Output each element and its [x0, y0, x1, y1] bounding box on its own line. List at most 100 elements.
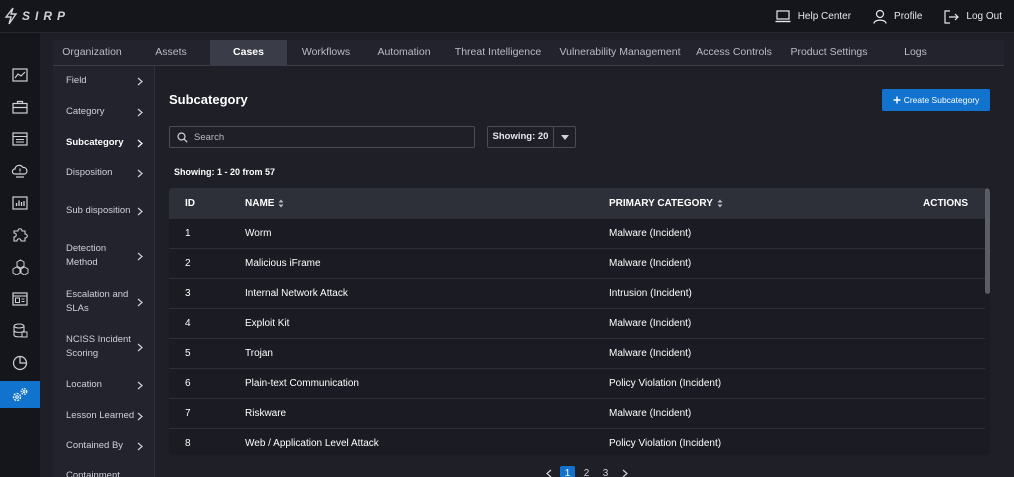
tab-cases[interactable]: Cases — [210, 40, 287, 65]
rail-database[interactable] — [0, 317, 40, 344]
search-input[interactable] — [194, 131, 464, 143]
create-subcategory-button[interactable]: Create Subcategory — [882, 89, 990, 111]
tab-threat-intelligence[interactable]: Threat Intelligence — [448, 40, 548, 65]
table-row[interactable]: 8 Web / Application Level Attack Policy … — [169, 429, 985, 455]
subnav-item-contained-by[interactable]: Contained By — [53, 439, 154, 453]
subnav-item-category[interactable]: Category — [53, 105, 154, 119]
calendar-icon — [12, 131, 28, 146]
subnav-item-nciss-scoring[interactable]: NCISS Incident Scoring — [53, 333, 154, 361]
table-row[interactable]: 2 Malicious iFrame Malware (Incident) — [169, 249, 985, 279]
table-scrollbar[interactable] — [985, 188, 990, 455]
rail-bar-chart[interactable] — [0, 189, 40, 216]
rail-cubes[interactable] — [0, 253, 40, 280]
tab-automation[interactable]: Automation — [371, 40, 437, 65]
table-row[interactable]: 1 Worm Malware (Incident) — [169, 219, 985, 249]
tab-organization[interactable]: Organization — [53, 40, 131, 65]
cell-id: 3 — [185, 288, 191, 299]
app-logo[interactable]: SIRP — [4, 7, 70, 25]
table-row[interactable]: 7 Riskware Malware (Incident) — [169, 399, 985, 429]
subnav-item-subcategory[interactable]: Subcategory — [53, 136, 154, 150]
subnav-label: NCISS Incident Scoring — [66, 334, 131, 359]
tab-workflows[interactable]: Workflows — [292, 40, 360, 65]
subnav-label: Disposition — [66, 167, 113, 178]
rail-calendar[interactable] — [0, 125, 40, 152]
next-page-button[interactable] — [617, 466, 632, 477]
page-button-3[interactable]: 3 — [598, 466, 613, 477]
column-label: ACTIONS — [923, 198, 968, 209]
cloud-alert-icon — [11, 163, 29, 178]
cell-primary-category: Malware (Incident) — [609, 258, 692, 269]
settings-gears-icon — [11, 387, 29, 403]
table-row[interactable]: 4 Exploit Kit Malware (Incident) — [169, 309, 985, 339]
dashboard-icon — [12, 67, 28, 82]
cell-primary-category: Malware (Incident) — [609, 408, 692, 419]
main-tabs: Organization Assets Cases Workflows Auto… — [53, 40, 1004, 66]
table-row[interactable]: 3 Internal Network Attack Intrusion (Inc… — [169, 279, 985, 309]
chevron-right-icon — [137, 252, 143, 261]
page-button-1[interactable]: 1 — [560, 465, 575, 477]
plus-icon — [893, 96, 901, 104]
search-box — [169, 126, 475, 148]
rail-cloud-alert[interactable] — [0, 157, 40, 184]
help-center-label: Help Center — [797, 11, 852, 22]
page-size-value: Showing: 20 — [488, 127, 554, 147]
scrollbar-thumb[interactable] — [985, 188, 990, 294]
column-header-id[interactable]: ID — [185, 188, 195, 219]
chevron-right-icon — [137, 108, 143, 117]
column-header-name[interactable]: NAME — [245, 188, 284, 219]
subnav-item-field[interactable]: Field — [53, 74, 154, 88]
tab-logs[interactable]: Logs — [893, 40, 938, 65]
create-subcategory-label: Create Subcategory — [903, 95, 980, 105]
column-header-primary-category[interactable]: PRIMARY CATEGORY — [609, 188, 723, 219]
pie-chart-icon — [12, 355, 28, 371]
tab-access-controls[interactable]: Access Controls — [693, 40, 775, 65]
subnav-item-lesson-learned[interactable]: Lesson Learned — [53, 409, 154, 423]
help-center-link[interactable]: Help Center — [775, 10, 851, 23]
laptop-icon — [775, 10, 791, 23]
tab-product-settings[interactable]: Product Settings — [786, 40, 872, 65]
cell-primary-category: Policy Violation (Incident) — [609, 378, 722, 389]
chevron-right-icon — [137, 298, 143, 307]
chevron-right-icon — [137, 139, 143, 148]
subnav-item-location[interactable]: Location — [53, 378, 154, 392]
sort-icon — [717, 199, 723, 208]
rail-settings[interactable] — [0, 381, 40, 408]
subnav-item-disposition[interactable]: Disposition — [53, 166, 154, 180]
rail-puzzle[interactable] — [0, 221, 40, 248]
pagination: 1 2 3 — [541, 465, 632, 477]
sort-icon — [278, 199, 284, 208]
chevron-right-icon — [137, 343, 143, 352]
bar-chart-icon — [12, 195, 28, 210]
cell-name: Riskware — [245, 408, 287, 419]
page-button-2[interactable]: 2 — [579, 466, 594, 477]
rail-pie-chart[interactable] — [0, 349, 40, 376]
logout-label: Log Out — [966, 11, 1002, 22]
subnav-label: Contained By — [66, 440, 124, 451]
bolt-logo-icon — [4, 7, 18, 25]
subnav-item-detection-method[interactable]: Detection Method — [53, 242, 154, 270]
subnav-item-sub-disposition[interactable]: Sub disposition — [53, 197, 154, 225]
tab-vulnerability-management[interactable]: Vulnerability Management — [556, 40, 684, 65]
subnav-item-escalation-slas[interactable]: Escalation and SLAs — [53, 288, 154, 316]
cell-primary-category: Malware (Incident) — [609, 228, 692, 239]
cell-id: 4 — [185, 318, 191, 329]
tab-assets[interactable]: Assets — [137, 40, 205, 65]
rail-briefcase[interactable] — [0, 93, 40, 120]
cell-id: 7 — [185, 408, 191, 419]
subnav-label: Location — [66, 379, 102, 390]
database-icon — [12, 322, 28, 339]
page-size-select[interactable]: Showing: 20 — [487, 126, 576, 148]
profile-link[interactable]: Profile — [873, 9, 922, 24]
chevron-right-icon — [137, 169, 143, 178]
cell-primary-category: Intrusion (Incident) — [609, 288, 692, 299]
showing-count: Showing: 1 - 20 from 57 — [174, 167, 276, 177]
cell-id: 1 — [185, 228, 191, 239]
table-row[interactable]: 5 Trojan Malware (Incident) — [169, 339, 985, 369]
logout-link[interactable]: Log Out — [944, 9, 1002, 24]
puzzle-icon — [12, 227, 28, 243]
prev-page-button[interactable] — [541, 466, 556, 477]
rail-news[interactable] — [0, 285, 40, 312]
rail-dashboard[interactable] — [0, 61, 40, 88]
subnav-item-containment[interactable]: Containment — [53, 469, 154, 477]
table-row[interactable]: 6 Plain-text Communication Policy Violat… — [169, 369, 985, 399]
